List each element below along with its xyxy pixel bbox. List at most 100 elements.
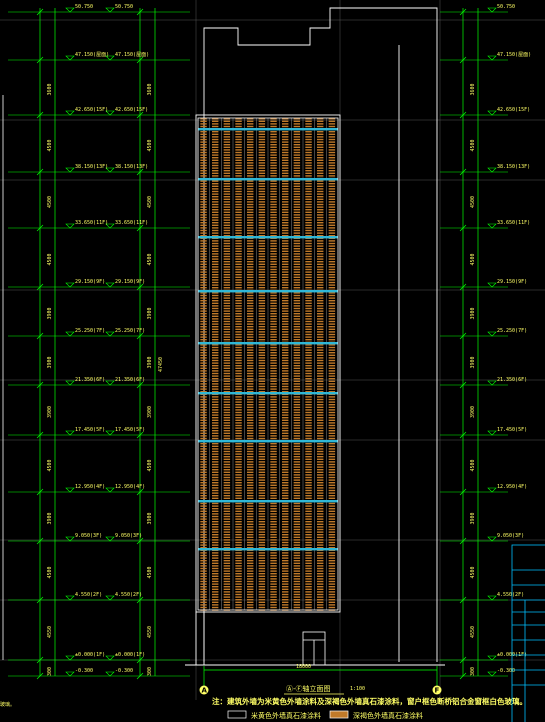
- facade-stripe: [258, 125, 266, 128]
- facade-stripe: [212, 539, 219, 541]
- facade-stripe: [270, 450, 277, 453]
- facade-stripe: [270, 287, 277, 289]
- facade-stripe: [282, 305, 289, 307]
- facade-stripe: [247, 445, 254, 447]
- facade-stripe: [235, 315, 242, 317]
- facade-stripe: [293, 229, 301, 232]
- facade-stripe: [247, 601, 254, 603]
- facade-stripe: [258, 201, 266, 203]
- facade-stripe: [282, 521, 289, 523]
- dimension-text: 3900: [470, 512, 476, 524]
- facade-stripe: [247, 320, 254, 323]
- facade-stripe: [235, 593, 242, 596]
- facade-stripe: [270, 157, 277, 159]
- floor-band: [198, 178, 338, 181]
- facade-stripe: [200, 131, 207, 133]
- facade-stripe: [212, 307, 219, 310]
- facade-stripe: [317, 406, 324, 408]
- facade-stripe: [317, 562, 324, 564]
- facade-stripe: [282, 357, 289, 359]
- facade-stripe: [293, 196, 301, 198]
- facade-stripe: [270, 346, 277, 349]
- facade-stripe: [258, 534, 266, 536]
- facade-stripe: [270, 151, 277, 154]
- facade-stripe: [317, 378, 324, 380]
- facade-stripe: [282, 268, 289, 271]
- facade-stripe: [247, 575, 254, 577]
- facade-stripe: [317, 333, 324, 336]
- facade-stripe: [328, 409, 336, 411]
- facade-stripe: [305, 193, 312, 195]
- facade-stripe: [258, 383, 266, 385]
- facade-stripe: [200, 362, 207, 364]
- facade-stripe: [282, 274, 289, 276]
- level-label: 38.150(13F): [497, 164, 530, 170]
- facade-stripe: [282, 502, 289, 505]
- facade-stripe: [258, 492, 266, 494]
- facade-stripe: [270, 211, 277, 213]
- facade-stripe: [305, 604, 312, 606]
- facade-stripe: [223, 154, 231, 156]
- facade-stripe: [235, 599, 242, 601]
- facade-stripe: [247, 560, 254, 562]
- facade-stripe: [235, 515, 242, 518]
- facade-stripe: [200, 510, 207, 512]
- level-label: 21.350(6F): [497, 377, 527, 383]
- facade-stripe: [270, 497, 277, 499]
- facade-stripe: [305, 222, 312, 224]
- facade-stripe: [247, 131, 254, 133]
- facade-stripe: [200, 554, 207, 557]
- facade-stripe: [258, 167, 266, 169]
- dimension-text: 4500: [147, 459, 153, 471]
- facade-stripe: [282, 544, 289, 546]
- facade-stripe: [305, 401, 312, 403]
- facade-stripe: [247, 583, 254, 585]
- facade-stripe: [317, 497, 324, 499]
- facade-stripe: [270, 323, 277, 325]
- facade-stripe: [282, 471, 289, 473]
- facade-stripe: [293, 180, 301, 182]
- facade-stripe: [328, 318, 336, 320]
- facade-stripe: [247, 318, 254, 320]
- facade-stripe: [293, 144, 301, 146]
- facade-stripe: [317, 294, 324, 297]
- legend-swatch-brown: [329, 710, 349, 719]
- facade-stripe: [270, 209, 277, 211]
- facade-stripe: [305, 315, 312, 317]
- facade-stripe: [328, 292, 336, 294]
- facade-stripe: [200, 409, 207, 411]
- left-level-lines: 50.750 50.75047.150(屋面) 47.150(屋面)42.650(1…: [8, 4, 190, 680]
- facade-stripe: [258, 245, 266, 247]
- facade-stripe: [212, 242, 219, 245]
- facade-stripe: [328, 461, 336, 463]
- facade-stripe: [223, 157, 231, 159]
- facade-stripe: [293, 146, 301, 148]
- facade-stripe: [317, 203, 324, 206]
- facade-stripe: [223, 411, 231, 414]
- level-marker: [487, 655, 497, 661]
- facade-stripe: [270, 378, 277, 380]
- facade-stripe: [282, 599, 289, 601]
- facade-stripe: [270, 409, 277, 411]
- level-marker: [65, 536, 75, 542]
- facade-stripe: [235, 388, 242, 390]
- facade-stripe: [258, 437, 266, 440]
- facade-stripe: [200, 190, 207, 193]
- facade-stripe: [223, 274, 231, 276]
- facade-stripe: [305, 281, 312, 284]
- facade-stripe: [293, 593, 301, 596]
- facade-stripe: [317, 120, 324, 122]
- facade-stripe: [235, 352, 242, 354]
- facade-stripe: [258, 279, 266, 281]
- facade-stripe: [200, 133, 207, 135]
- facade-stripe: [328, 211, 336, 213]
- facade-stripe: [317, 521, 324, 523]
- facade-stripe: [270, 456, 277, 458]
- dimension-text: 3900: [147, 356, 153, 368]
- facade-stripe: [317, 183, 324, 185]
- facade-stripe: [305, 521, 312, 523]
- level-label: 50.750: [115, 4, 133, 10]
- level-marker: [487, 7, 497, 13]
- facade-stripe: [212, 586, 219, 588]
- facade-stripe: [223, 383, 231, 385]
